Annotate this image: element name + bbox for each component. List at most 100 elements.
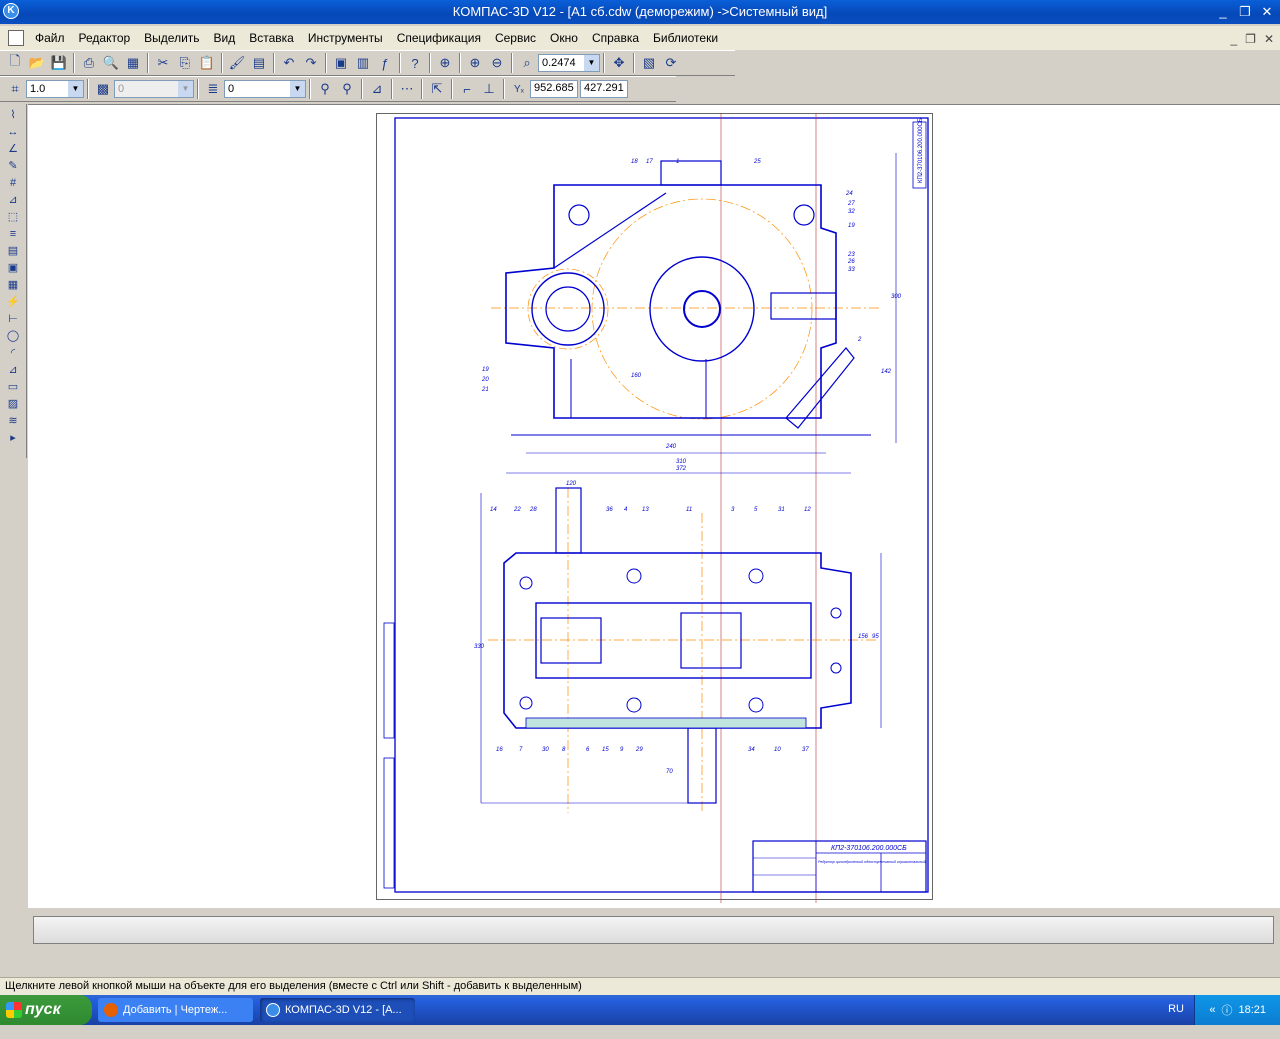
save-icon[interactable]: 💾 [48, 52, 70, 74]
minimize-button[interactable]: _ [1216, 4, 1230, 20]
segment-icon[interactable]: ⊢ [3, 310, 23, 327]
zoom-value: 0.2474 [542, 57, 576, 69]
properties-icon[interactable]: ▤ [248, 52, 270, 74]
menu-specification[interactable]: Спецификация [390, 31, 488, 45]
hatch-icon[interactable]: ▨ [3, 395, 23, 412]
position-label: 34 [748, 747, 755, 753]
round-icon[interactable]: ⌐ [456, 78, 478, 100]
start-button[interactable]: пуск [0, 995, 92, 1025]
local-cs-icon[interactable]: ⌗ [4, 78, 26, 100]
menu-select[interactable]: Выделить [137, 31, 206, 45]
help-pointer-icon[interactable]: ? [404, 52, 426, 74]
cursor-icon[interactable]: ⇱ [426, 78, 448, 100]
standard-toolbar: 🗋 📂 💾 ⎙ 🔍 ▦ ✂ ⎘ 📋 🖌 ▤ ↶ ↷ ▣ ▥ ƒ ? ⊕ ⊕ ⊖ … [0, 50, 735, 76]
position-label: 20 [481, 377, 489, 383]
doc-restore-button[interactable]: ❐ [1245, 32, 1256, 46]
copy-icon[interactable]: ⎘ [174, 52, 196, 74]
library-icon[interactable]: ▥ [352, 52, 374, 74]
doc-close-button[interactable]: ✕ [1264, 32, 1274, 46]
position-label: 32 [848, 209, 855, 215]
preview-icon[interactable]: 🔍 [100, 52, 122, 74]
print-icon[interactable]: ⎙ [78, 52, 100, 74]
orthogonal-mode-icon[interactable]: ⊥ [478, 78, 500, 100]
style-combo[interactable]: 1.0 ▼ [26, 80, 84, 98]
menu-help[interactable]: Справка [585, 31, 646, 45]
report-icon[interactable]: ▤ [3, 242, 23, 259]
doc-minimize-button[interactable]: _ [1230, 32, 1237, 46]
drawing-canvas[interactable]: КП2-370106.200.000СБ КП2-370106.200.000С… [28, 104, 1280, 908]
menu-libraries[interactable]: Библиотеки [646, 31, 725, 45]
restore-button[interactable]: ❐ [1238, 4, 1252, 20]
grid-icon[interactable]: ⋯ [396, 78, 418, 100]
edit-icon[interactable]: ✎ [3, 157, 23, 174]
refresh-icon[interactable]: ⟳ [660, 52, 682, 74]
manager-icon[interactable]: ▣ [330, 52, 352, 74]
variables-icon[interactable]: ƒ [374, 52, 396, 74]
coord-y-field[interactable]: 427.291 [580, 80, 628, 98]
menu-file[interactable]: Файл [28, 31, 72, 45]
close-button[interactable]: ✕ [1260, 4, 1274, 20]
task-firefox[interactable]: Добавить | Чертеж... [98, 998, 253, 1022]
pan-icon[interactable]: ✥ [608, 52, 630, 74]
rectangle-icon[interactable]: ▭ [3, 378, 23, 395]
layer-combo[interactable]: 0 ▼ [224, 80, 306, 98]
menu-editor[interactable]: Редактор [72, 31, 138, 45]
dimensions-icon[interactable]: ↔ [3, 123, 23, 140]
position-label: 23 [847, 252, 855, 258]
menu-insert[interactable]: Вставка [242, 31, 301, 45]
snap-settings-icon[interactable]: ⚲ [336, 78, 358, 100]
redo-icon[interactable]: ↷ [300, 52, 322, 74]
zoom-window-icon[interactable]: ⊕ [434, 52, 456, 74]
separator [273, 53, 275, 73]
task-kompas[interactable]: КОМПАС-3D V12 - [А... [260, 998, 415, 1022]
expand-icon[interactable]: ▸ [3, 429, 23, 446]
position-label: 16 [496, 747, 503, 753]
select-icon[interactable]: ⬚ [3, 208, 23, 225]
auxiliary-line-icon[interactable]: ⚡ [3, 293, 23, 310]
zoom-combo[interactable]: 0.2474 ▼ [538, 54, 600, 72]
geometry-icon[interactable]: ⌇ [3, 106, 23, 123]
chevron-down-icon[interactable]: ▼ [290, 81, 305, 97]
menu-view[interactable]: Вид [207, 31, 243, 45]
cut-icon[interactable]: ✂ [152, 52, 174, 74]
zoom-scale-icon[interactable]: ⌕ [516, 52, 538, 74]
snap-icon[interactable]: ⚲ [314, 78, 336, 100]
dimension-label: 70 [666, 769, 673, 775]
format-brush-icon[interactable]: 🖌 [226, 52, 248, 74]
ortho-icon[interactable]: ⊿ [366, 78, 388, 100]
language-indicator[interactable]: RU [1168, 1003, 1184, 1015]
equidistant-icon[interactable]: ≋ [3, 412, 23, 429]
arc-icon[interactable]: ◜ [3, 344, 23, 361]
tray-info-icon[interactable]: ⓘ [1221, 1002, 1232, 1018]
fragment-icon[interactable]: ▦ [3, 276, 23, 293]
insert-icon[interactable]: ▣ [3, 259, 23, 276]
layers-icon[interactable]: ≣ [202, 78, 224, 100]
polyline-icon[interactable]: ⊿ [3, 361, 23, 378]
menu-window[interactable]: Окно [543, 31, 585, 45]
paste-icon[interactable]: 📋 [196, 52, 218, 74]
position-label: 18 [631, 159, 638, 165]
menu-tools[interactable]: Инструменты [301, 31, 390, 45]
symbols-icon[interactable]: ∠ [3, 140, 23, 157]
spec-icon[interactable]: ≡ [3, 225, 23, 242]
new-document-icon[interactable]: 🗋 [4, 52, 26, 74]
tray-arrow-icon[interactable]: « [1209, 1004, 1215, 1016]
chevron-down-icon[interactable]: ▼ [584, 55, 599, 71]
dimension-label: 372 [676, 466, 687, 472]
position-label: 2 [857, 337, 862, 343]
chevron-down-icon[interactable]: ▼ [68, 81, 83, 97]
measure-icon[interactable]: ⊿ [3, 191, 23, 208]
open-icon[interactable]: 📂 [26, 52, 48, 74]
menu-service[interactable]: Сервис [488, 31, 543, 45]
print-setup-icon[interactable]: ▦ [122, 52, 144, 74]
show-all-icon[interactable]: ▧ [638, 52, 660, 74]
separator [391, 79, 393, 99]
zoom-out-icon[interactable]: ⊖ [486, 52, 508, 74]
undo-icon[interactable]: ↶ [278, 52, 300, 74]
zoom-in-icon[interactable]: ⊕ [464, 52, 486, 74]
document-icon[interactable] [8, 30, 24, 46]
status-bar: Щелкните левой кнопкой мыши на объекте д… [0, 977, 1280, 995]
parametrize-icon[interactable]: # [3, 174, 23, 191]
coord-x-field[interactable]: 952.685 [530, 80, 578, 98]
circle-icon[interactable]: ◯ [3, 327, 23, 344]
